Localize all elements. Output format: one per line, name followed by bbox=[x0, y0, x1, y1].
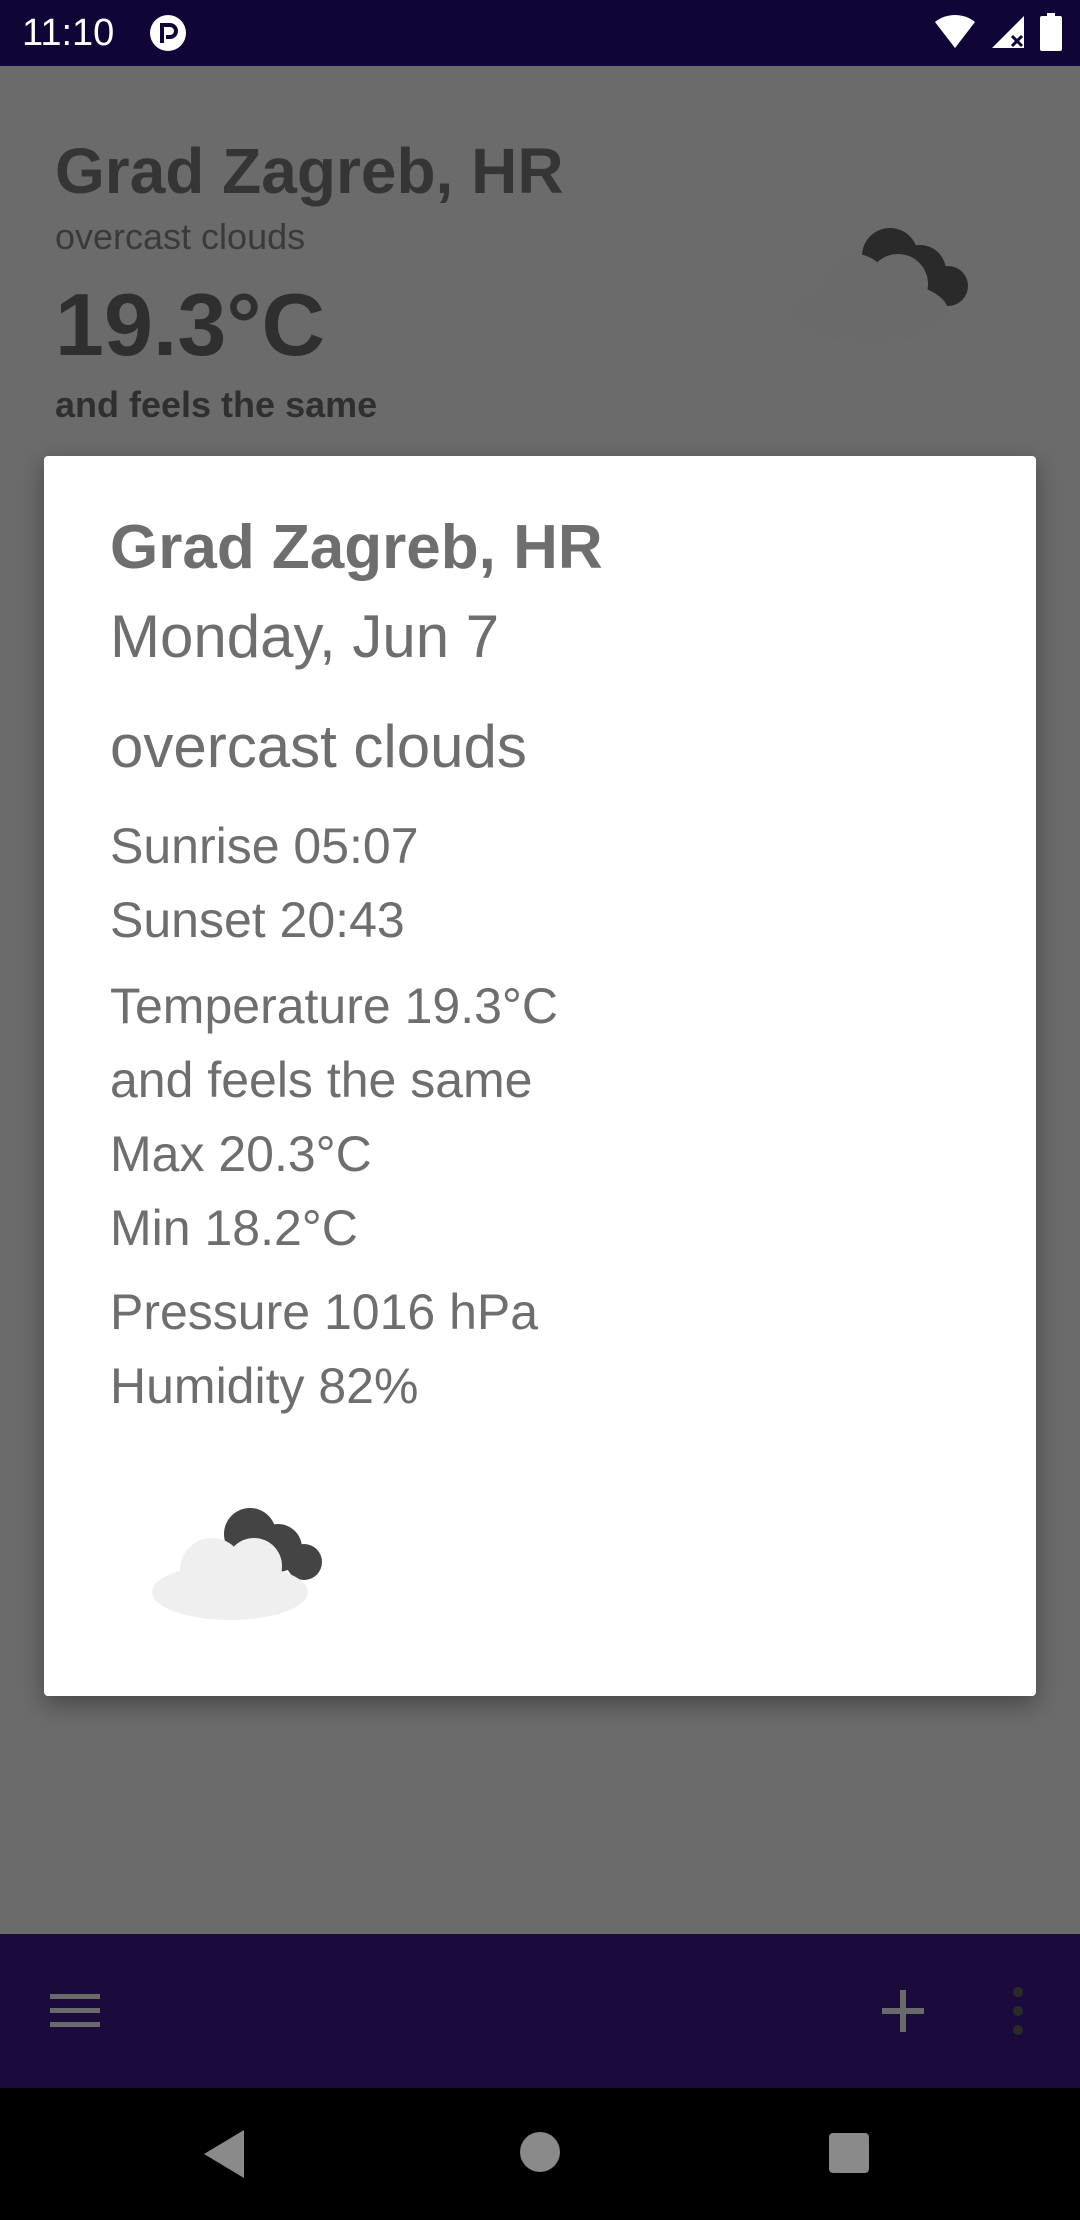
dialog-date: Monday, Jun 7 bbox=[110, 603, 500, 670]
weather-description: overcast clouds bbox=[55, 216, 306, 257]
pressure: Pressure 1016 hPa bbox=[110, 1284, 539, 1340]
dialog-feels-like: and feels the same bbox=[110, 1052, 533, 1108]
home-icon[interactable] bbox=[516, 2128, 564, 2181]
min-temperature: Min 18.2°C bbox=[110, 1200, 358, 1256]
back-icon[interactable] bbox=[200, 2128, 248, 2185]
city-name: Grad Zagreb, HR bbox=[55, 135, 564, 207]
sunrise-time: Sunrise 05:07 bbox=[110, 818, 419, 874]
temperature: 19.3°C bbox=[55, 275, 326, 374]
max-temperature: Max 20.3°C bbox=[110, 1126, 372, 1182]
weather-detail-dialog: Grad Zagreb, HR Monday, Jun 7 overcast c… bbox=[44, 456, 1036, 1696]
system-nav-bar bbox=[0, 2088, 1080, 2220]
menu-icon[interactable] bbox=[46, 1986, 106, 2036]
cell-signal-icon bbox=[990, 14, 1026, 55]
battery-icon bbox=[1040, 13, 1062, 56]
wifi-icon bbox=[934, 14, 976, 55]
more-vert-icon[interactable] bbox=[1000, 1980, 1036, 2042]
feels-like: and feels the same bbox=[55, 384, 378, 425]
status-time: 11:10 bbox=[22, 12, 115, 54]
dialog-temperature: Temperature 19.3°C bbox=[110, 978, 558, 1034]
humidity: Humidity 82% bbox=[110, 1358, 419, 1414]
bottom-app-bar bbox=[0, 1934, 1080, 2088]
status-bar: 11:10 bbox=[0, 0, 1080, 66]
sunset-time: Sunset 20:43 bbox=[110, 892, 405, 948]
dialog-weather-description: overcast clouds bbox=[110, 713, 527, 780]
app-notification-icon bbox=[148, 13, 188, 58]
overcast-clouds-icon bbox=[150, 1496, 350, 1631]
overcast-clouds-icon bbox=[790, 216, 990, 351]
dialog-city-name: Grad Zagreb, HR bbox=[110, 513, 603, 582]
add-icon[interactable] bbox=[872, 1980, 934, 2042]
recents-icon[interactable] bbox=[826, 2130, 872, 2181]
